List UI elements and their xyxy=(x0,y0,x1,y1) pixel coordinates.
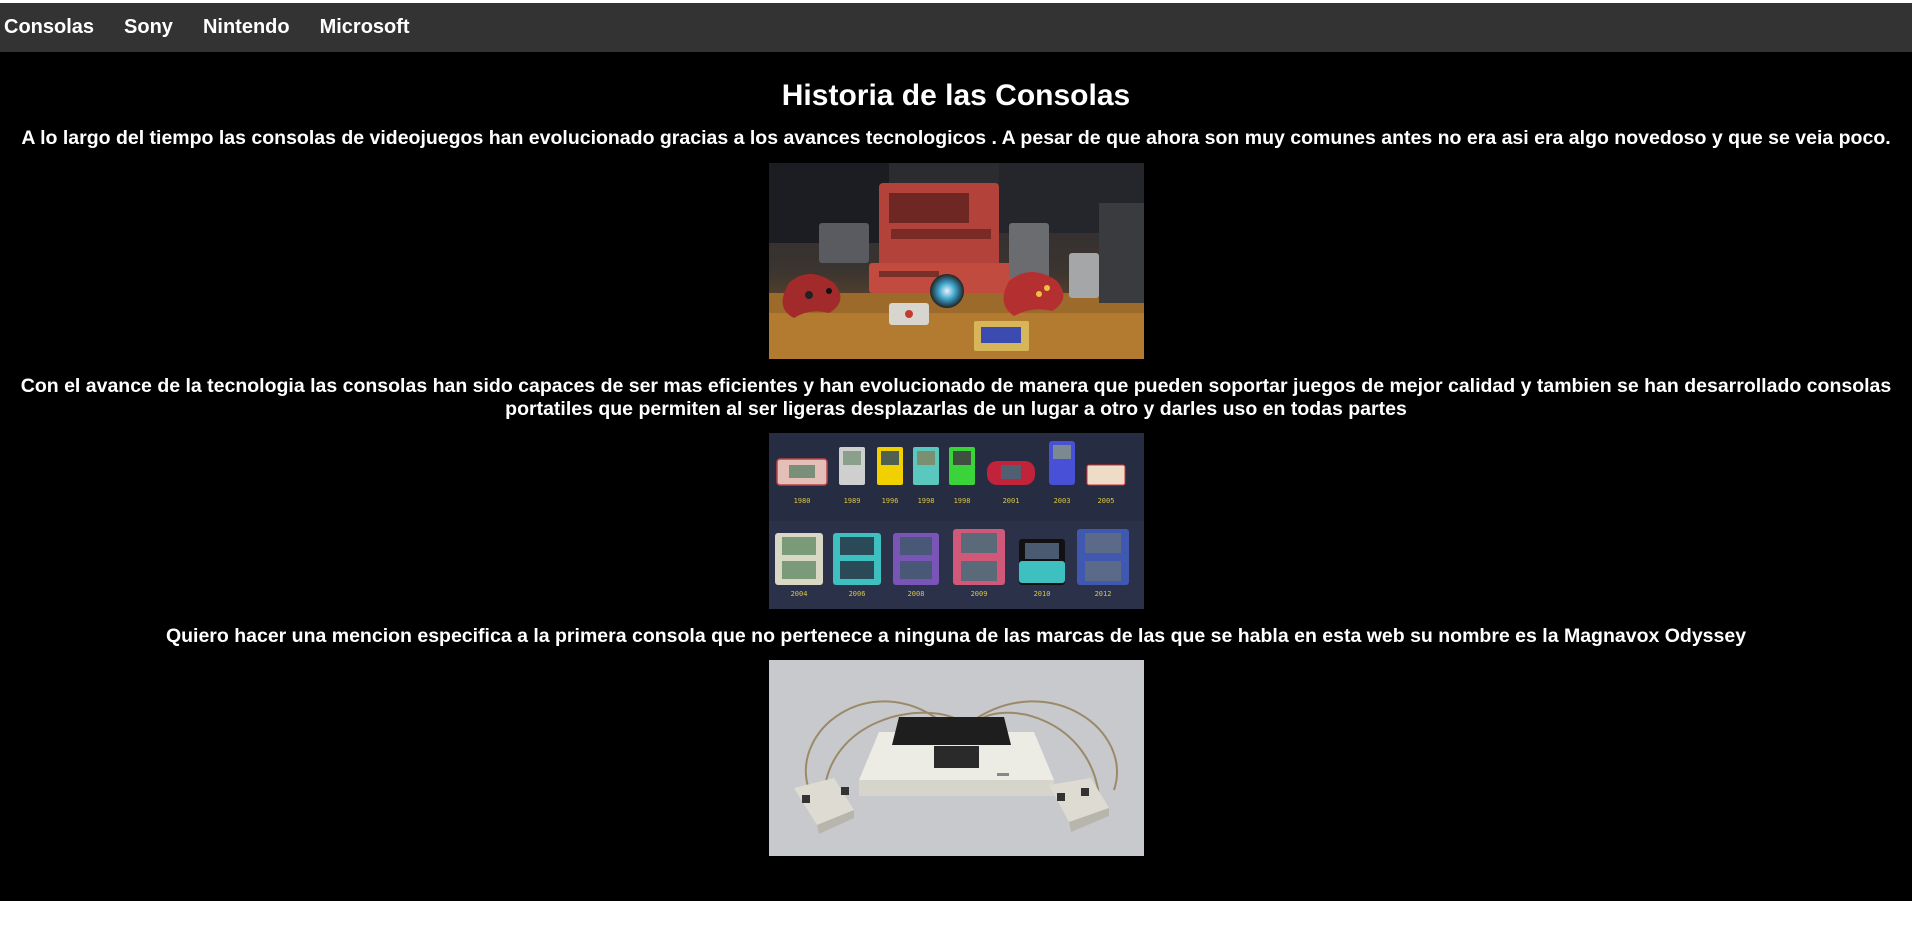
nav-link-sony[interactable]: Sony xyxy=(109,16,188,39)
nav-link-microsoft[interactable]: Microsoft xyxy=(305,16,425,39)
nav-link-consolas[interactable]: Consolas xyxy=(0,16,109,39)
retro-consoles-image xyxy=(768,163,1144,359)
year-label: 2004 xyxy=(790,590,807,598)
top-navigation: Consolas Sony Nintendo Microsoft xyxy=(0,3,1912,52)
year-label: 2010 xyxy=(1033,590,1050,598)
year-label: 2003 xyxy=(1053,497,1070,505)
intro-paragraph: A lo largo del tiempo las consolas de vi… xyxy=(21,127,1891,149)
page-title: Historia de las Consolas xyxy=(781,79,1131,112)
nav-link-nintendo[interactable]: Nintendo xyxy=(188,16,305,39)
year-label: 1996 xyxy=(881,497,898,505)
main-content: Historia de las Consolas A lo largo del … xyxy=(0,52,1912,856)
year-label: 2006 xyxy=(848,590,865,598)
year-label: 1998 xyxy=(953,497,970,505)
page-background: Consolas Sony Nintendo Microsoft Histori… xyxy=(0,3,1912,901)
handheld-timeline-image: 1980 1989 1996 1998 1998 2001 2003 2005 xyxy=(768,433,1144,609)
year-label: 2005 xyxy=(1097,497,1114,505)
year-label: 1998 xyxy=(917,497,934,505)
year-label: 2009 xyxy=(970,590,987,598)
year-label: 2001 xyxy=(1002,497,1019,505)
year-label: 1980 xyxy=(793,497,810,505)
magnavox-paragraph: Quiero hacer una mencion especifica a la… xyxy=(165,625,1747,647)
year-label: 2008 xyxy=(907,590,924,598)
evolution-paragraph: Con el avance de la tecnologia las conso… xyxy=(20,375,1892,420)
year-label: 2012 xyxy=(1094,590,1111,598)
magnavox-odyssey-image xyxy=(768,660,1144,856)
year-label: 1989 xyxy=(843,497,860,505)
